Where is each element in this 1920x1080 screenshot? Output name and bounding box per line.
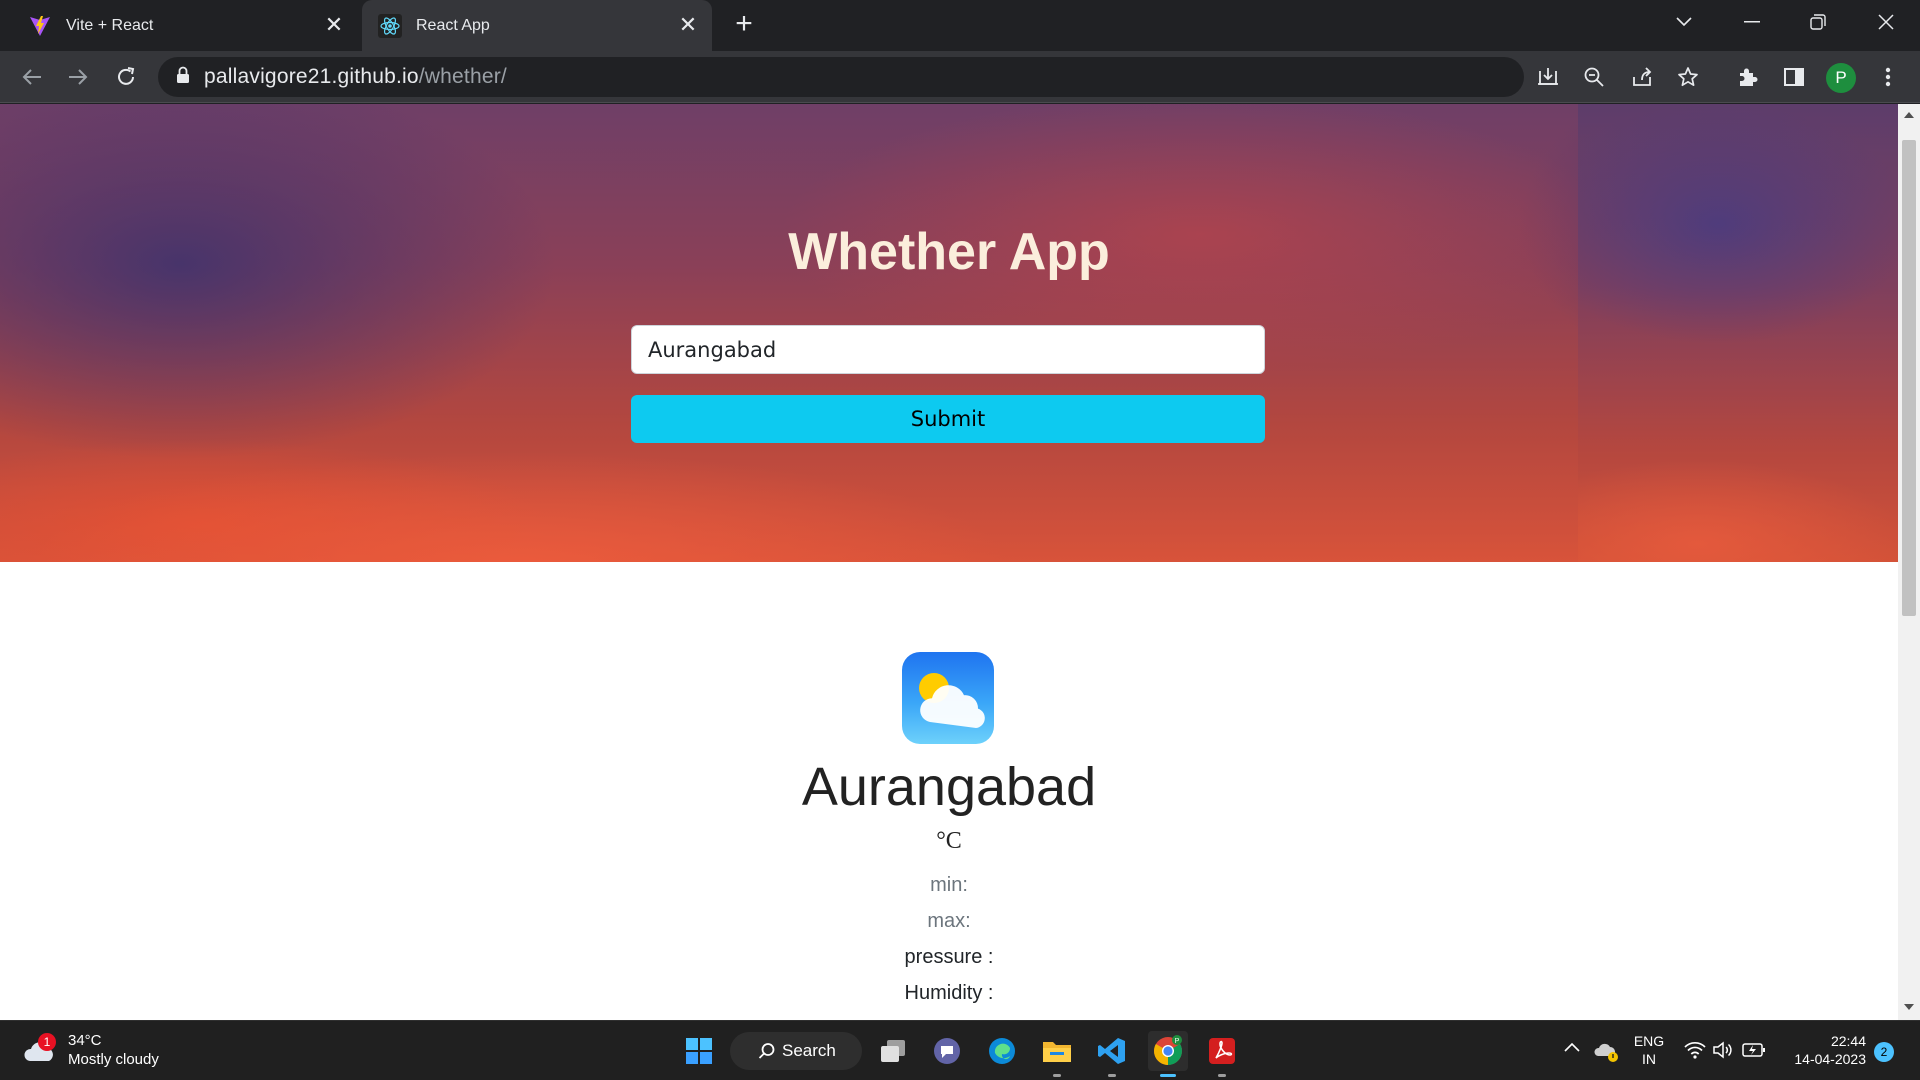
zoom-icon[interactable] <box>1578 61 1610 93</box>
running-indicator <box>1053 1074 1061 1077</box>
task-view-icon[interactable] <box>873 1031 913 1071</box>
bookmark-star-icon[interactable] <box>1672 61 1704 93</box>
weather-description: Mostly cloudy <box>68 1051 159 1068</box>
restore-button[interactable] <box>1790 0 1846 44</box>
volume-icon[interactable] <box>1712 1040 1734 1065</box>
clock-time: 22:44 <box>1830 1033 1866 1049</box>
humidity-label: Humidity : <box>904 982 994 1004</box>
partly-cloudy-icon <box>902 652 994 744</box>
active-indicator <box>1160 1074 1176 1077</box>
teams-chat-icon[interactable] <box>927 1031 967 1071</box>
address-bar[interactable]: pallavigore21.github.io/whether/ <box>158 57 1698 97</box>
vscode-icon[interactable] <box>1092 1031 1132 1077</box>
vite-logo-icon <box>28 14 52 38</box>
tab-strip: Vite + React ✕ React App ✕ + <box>0 0 1920 51</box>
file-explorer-icon[interactable] <box>1037 1031 1077 1077</box>
notification-badge[interactable]: 2 <box>1874 1042 1894 1062</box>
url-domain: pallavigore21.github.io <box>204 65 419 88</box>
profile-avatar[interactable]: P <box>1826 63 1856 93</box>
search-icon <box>758 1042 776 1065</box>
battery-icon[interactable] <box>1742 1041 1766 1064</box>
wifi-icon[interactable] <box>1684 1040 1706 1065</box>
page-viewport: Whether App Submit Aurangabad °C min: ma… <box>0 104 1898 1020</box>
tab-title: Vite + React <box>66 16 154 34</box>
hero-banner: Whether App Submit <box>0 104 1898 562</box>
temperature-unit: °C <box>936 828 962 854</box>
close-tab-icon[interactable]: ✕ <box>676 13 700 37</box>
region-code: IN <box>1642 1051 1656 1067</box>
url-text: pallavigore21.github.io/whether/ <box>204 65 507 89</box>
share-icon[interactable] <box>1626 61 1658 93</box>
svg-text:P: P <box>1175 1038 1180 1045</box>
cloud-weather-icon: 1 <box>22 1033 56 1065</box>
new-tab-button[interactable]: + <box>730 9 758 39</box>
onedrive-warning-icon[interactable] <box>1594 1038 1620 1064</box>
extensions-puzzle-icon[interactable] <box>1732 61 1764 93</box>
acrobat-icon[interactable] <box>1202 1031 1242 1077</box>
minimize-button[interactable] <box>1724 0 1780 44</box>
language-indicator[interactable]: ENG IN <box>1630 1032 1668 1068</box>
language-code: ENG <box>1633 1033 1665 1049</box>
city-name: Aurangabad <box>801 757 1097 817</box>
url-path: /whether/ <box>418 65 507 88</box>
page-title: Whether App <box>788 223 1110 281</box>
search-label: Search <box>782 1041 836 1060</box>
running-indicator <box>1108 1074 1116 1077</box>
running-indicator <box>1218 1074 1226 1077</box>
show-hidden-icons-chevron[interactable] <box>1564 1039 1584 1063</box>
reload-button[interactable] <box>110 61 142 93</box>
install-app-icon[interactable] <box>1532 61 1564 93</box>
browser-toolbar: pallavigore21.github.io/whether/ P <box>0 51 1920 103</box>
chrome-taskbar-icon[interactable]: P <box>1148 1031 1188 1077</box>
weather-widget[interactable]: 1 34°C Mostly cloudy <box>22 1031 159 1069</box>
back-button[interactable] <box>16 61 48 93</box>
lock-icon[interactable] <box>176 66 190 89</box>
tab-title: React App <box>416 16 490 34</box>
weather-temp: 34°C <box>68 1032 102 1049</box>
scroll-up-arrow-icon[interactable] <box>1904 112 1914 118</box>
react-logo-icon <box>378 13 402 38</box>
tab-vite-react[interactable]: Vite + React ✕ <box>14 0 358 51</box>
scrollbar-thumb[interactable] <box>1902 140 1916 616</box>
edge-browser-icon[interactable] <box>982 1031 1022 1071</box>
max-temp-label: max: <box>927 910 971 932</box>
clock[interactable]: 22:44 14-04-2023 <box>1776 1032 1866 1068</box>
windows-taskbar: 1 34°C Mostly cloudy Search P ENG IN 22:… <box>0 1020 1920 1080</box>
forward-button[interactable] <box>62 61 94 93</box>
tab-react-app[interactable]: React App ✕ <box>362 0 712 51</box>
close-tab-icon[interactable]: ✕ <box>322 13 346 37</box>
clock-date: 14-04-2023 <box>1794 1051 1866 1067</box>
submit-button[interactable]: Submit <box>631 395 1265 443</box>
scroll-down-arrow-icon[interactable] <box>1904 1004 1914 1010</box>
chrome-menu-icon[interactable] <box>1872 61 1904 93</box>
side-panel-icon[interactable] <box>1778 61 1810 93</box>
min-temp-label: min: <box>930 874 968 896</box>
tab-search-chevron-icon[interactable] <box>1656 0 1712 44</box>
hero-background-repeat <box>1578 104 1898 562</box>
page-scrollbar[interactable] <box>1898 104 1920 1020</box>
close-window-button[interactable] <box>1858 0 1914 44</box>
start-button[interactable] <box>679 1031 719 1071</box>
taskbar-search[interactable]: Search <box>730 1032 862 1070</box>
pressure-label: pressure : <box>904 946 994 968</box>
city-search-input[interactable] <box>631 325 1265 374</box>
weather-alert-badge: 1 <box>38 1033 56 1051</box>
